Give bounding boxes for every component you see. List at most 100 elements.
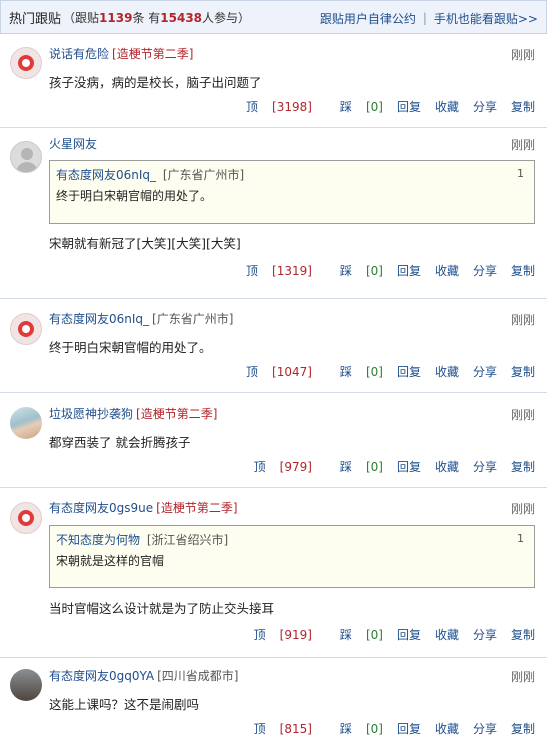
share-button[interactable]: 分享	[473, 458, 497, 475]
upvote-button[interactable]: 顶 [979]	[240, 458, 312, 475]
reply-button[interactable]: 回复	[397, 98, 421, 115]
upvote-count: [1047]	[272, 365, 312, 379]
comment-item: 说话有危险 [造梗节第二季] 刚刚 孩子没病，病的是校长，脑子出问题了 顶 [31…	[0, 34, 547, 128]
downvote-count: [0]	[365, 365, 383, 379]
reply-button[interactable]: 回复	[397, 720, 421, 737]
username-link[interactable]: 火星网友	[49, 135, 97, 152]
upvote-label: 顶	[246, 365, 259, 379]
upvote-count: [979]	[279, 460, 312, 474]
comment-text: 都穿西装了 就会折腾孩子	[49, 435, 191, 450]
username-link[interactable]: 有态度网友06nIq_	[49, 310, 149, 327]
comment-actions: 顶 [919] 踩 [0] 回复 收藏 分享 复制	[226, 626, 535, 643]
username-link[interactable]: 垃圾愿神抄袭狗	[49, 405, 133, 422]
user-tag: [造梗节第二季]	[136, 406, 218, 421]
comment-item: 火星网友 刚刚 有态度网友06nIq_ [广东省广州市] 1 终于明白宋朝官帽的…	[0, 128, 547, 299]
downvote-button[interactable]: 踩 [0]	[326, 720, 383, 737]
favorite-button[interactable]: 收藏	[435, 720, 459, 737]
share-button[interactable]: 分享	[473, 262, 497, 279]
user-tag: [造梗节第二季]	[112, 46, 194, 61]
favorite-button[interactable]: 收藏	[435, 262, 459, 279]
user-location: [广东省广州市]	[152, 311, 234, 326]
comment-stats: （跟贴1139条 有15438人参与）	[63, 9, 250, 26]
downvote-count: [0]	[365, 100, 383, 114]
downvote-button[interactable]: 踩 [0]	[326, 626, 383, 643]
downvote-button[interactable]: 踩 [0]	[326, 363, 383, 380]
downvote-button[interactable]: 踩 [0]	[326, 98, 383, 115]
copy-button[interactable]: 复制	[511, 626, 535, 643]
upvote-button[interactable]: 顶 [815]	[240, 720, 312, 737]
section-title: 热门跟贴	[9, 11, 62, 27]
upvote-label: 顶	[246, 264, 259, 278]
upvote-button[interactable]: 顶 [1319]	[232, 262, 312, 279]
quoted-comment: 有态度网友06nIq_ [广东省广州市] 1 终于明白宋朝官帽的用处了。	[49, 160, 535, 224]
avatar[interactable]	[10, 669, 42, 701]
comment-item: 有态度网友0gq0YA [四川省成都市] 刚刚 这能上课吗？这不是闹剧吗 顶 [8…	[0, 658, 547, 746]
downvote-count: [0]	[365, 460, 383, 474]
copy-button[interactable]: 复制	[511, 720, 535, 737]
comment-time: 刚刚	[510, 502, 535, 516]
reply-button[interactable]: 回复	[397, 262, 421, 279]
comment-actions: 顶 [3198] 踩 [0] 回复 收藏 分享 复制	[218, 98, 535, 115]
upvote-label: 顶	[253, 460, 266, 474]
avatar[interactable]	[10, 47, 42, 79]
comment-text: 当时官帽这么设计就是为了防止交头接耳	[49, 601, 275, 616]
share-button[interactable]: 分享	[473, 720, 497, 737]
avatar[interactable]	[10, 407, 42, 439]
upvote-count: [815]	[279, 722, 312, 736]
upvote-count: [1319]	[272, 264, 312, 278]
reply-button[interactable]: 回复	[397, 626, 421, 643]
avatar[interactable]	[10, 313, 42, 345]
username-link[interactable]: 说话有危险	[49, 45, 109, 62]
share-button[interactable]: 分享	[473, 98, 497, 115]
avatar[interactable]	[10, 502, 42, 534]
comment-user-line: 有态度网友06nIq_ [广东省广州市]	[49, 310, 233, 326]
user-convention-link[interactable]: 跟贴用户自律公约	[320, 10, 416, 27]
quoted-username-link[interactable]: 有态度网友06nIq_	[56, 168, 156, 182]
copy-button[interactable]: 复制	[511, 458, 535, 475]
copy-button[interactable]: 复制	[511, 262, 535, 279]
copy-button[interactable]: 复制	[511, 363, 535, 380]
avatar[interactable]	[10, 141, 42, 173]
upvote-label: 顶	[246, 100, 259, 114]
comment-actions: 顶 [1319] 踩 [0] 回复 收藏 分享 复制	[218, 262, 535, 279]
favorite-button[interactable]: 收藏	[435, 98, 459, 115]
comment-actions: 顶 [979] 踩 [0] 回复 收藏 分享 复制	[226, 458, 535, 475]
reply-count: 1139	[99, 10, 133, 25]
header-links: 跟贴用户自律公约 | 手机也能看跟贴>>	[320, 1, 538, 35]
downvote-button[interactable]: 踩 [0]	[326, 262, 383, 279]
share-button[interactable]: 分享	[473, 363, 497, 380]
downvote-button[interactable]: 踩 [0]	[326, 458, 383, 475]
comment-item: 有态度网友06nIq_ [广东省广州市] 刚刚 终于明白宋朝官帽的用处了。 顶 […	[0, 299, 547, 393]
share-button[interactable]: 分享	[473, 626, 497, 643]
quoted-text: 宋朝就是这样的官帽	[56, 554, 165, 568]
comment-text: 这能上课吗？这不是闹剧吗	[49, 697, 200, 712]
upvote-count: [919]	[279, 628, 312, 642]
upvote-count: [3198]	[272, 100, 312, 114]
comment-user-line: 有态度网友0gq0YA [四川省成都市]	[49, 667, 239, 683]
downvote-label: 踩	[339, 264, 352, 278]
quoted-user-location: [广东省广州市]	[162, 168, 245, 182]
upvote-button[interactable]: 顶 [1047]	[232, 363, 312, 380]
favorite-button[interactable]: 收藏	[435, 363, 459, 380]
comment-user-line: 有态度网友0gs9ue [造梗节第二季]	[49, 499, 238, 515]
upvote-button[interactable]: 顶 [919]	[240, 626, 312, 643]
downvote-count: [0]	[365, 722, 383, 736]
stats-prefix: （跟贴	[63, 10, 100, 25]
copy-button[interactable]: 复制	[511, 98, 535, 115]
username-link[interactable]: 有态度网友0gq0YA	[49, 667, 154, 684]
comment-item: 有态度网友0gs9ue [造梗节第二季] 刚刚 不知态度为何物 [浙江省绍兴市]…	[0, 488, 547, 658]
comment-time: 刚刚	[510, 48, 535, 62]
quoted-username-link[interactable]: 不知态度为何物	[56, 533, 140, 547]
favorite-button[interactable]: 收藏	[435, 458, 459, 475]
quoted-user-line: 不知态度为何物 [浙江省绍兴市]	[56, 531, 228, 548]
mobile-link[interactable]: 手机也能看跟贴>>	[434, 10, 538, 27]
reply-button[interactable]: 回复	[397, 363, 421, 380]
comment-text: 宋朝就有新冠了[大笑][大笑][大笑]	[49, 236, 241, 251]
floor-number: 1	[517, 167, 524, 180]
upvote-button[interactable]: 顶 [3198]	[232, 98, 312, 115]
participant-count: 15438	[160, 10, 203, 25]
user-tag: [造梗节第二季]	[156, 500, 238, 515]
favorite-button[interactable]: 收藏	[435, 626, 459, 643]
reply-button[interactable]: 回复	[397, 458, 421, 475]
username-link[interactable]: 有态度网友0gs9ue	[49, 499, 153, 516]
